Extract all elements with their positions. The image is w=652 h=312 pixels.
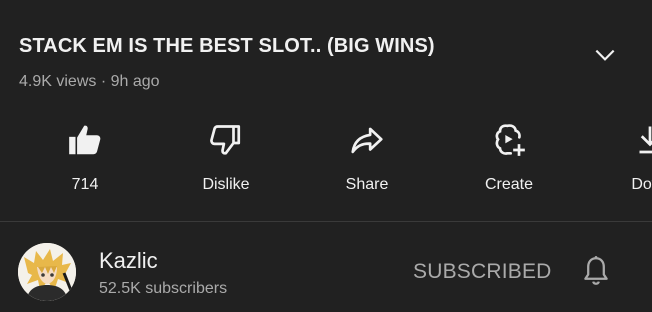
share-label: Share [345,176,389,193]
download-label: Dowr [631,176,652,193]
dislike-label: Dislike [202,176,250,193]
download-icon [639,126,652,154]
chevron-down-icon [595,49,615,61]
like-button[interactable]: 714 [25,120,145,210]
video-meta: 4.9K views · 9h ago [19,73,160,90]
action-bar: 714 Dislike Share Create Do [0,120,652,210]
subscribed-button[interactable]: SUBSCRIBED [413,260,552,284]
expand-description-button[interactable] [590,40,620,70]
avatar-image [18,243,76,301]
download-button[interactable]: Dowr [590,120,652,210]
thumbs-up-icon [69,125,101,155]
channel-avatar[interactable] [18,243,76,301]
create-clip-icon [495,124,525,156]
notification-bell-button[interactable] [578,253,614,289]
channel-name[interactable]: Kazlic [99,248,158,274]
video-title: STACK EM IS THE BEST SLOT.. (BIG WINS) [19,35,435,57]
divider [0,221,652,222]
thumbs-down-icon [210,125,241,155]
share-button[interactable]: Share [307,120,427,210]
dislike-button[interactable]: Dislike [166,120,286,210]
like-count: 714 [71,176,99,193]
subscriber-count: 52.5K subscribers [99,280,228,297]
create-label: Create [484,176,534,193]
create-button[interactable]: Create [449,120,569,210]
bell-icon [584,256,608,285]
share-arrow-icon [351,127,383,154]
